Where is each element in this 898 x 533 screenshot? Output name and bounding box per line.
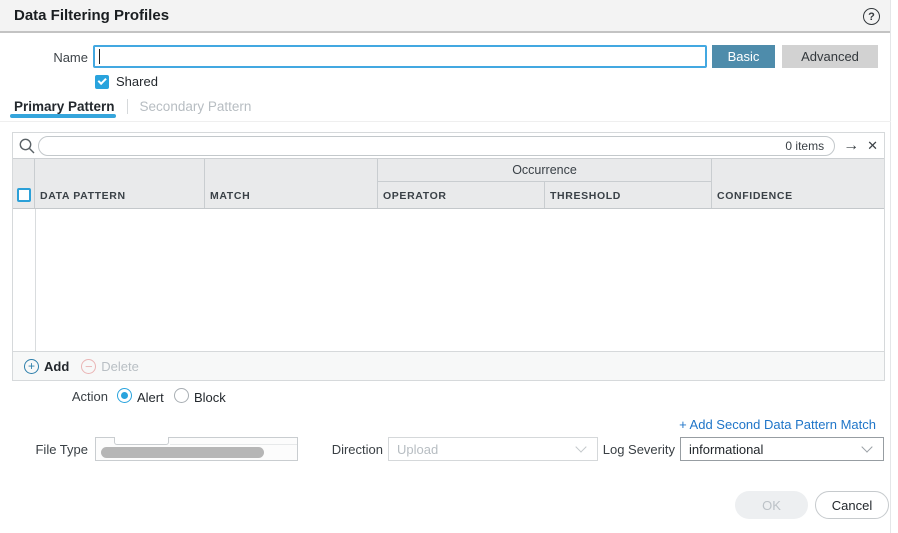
add-second-data-pattern-link[interactable]: + Add Second Data Pattern Match: [679, 417, 876, 432]
title-bar: Data Filtering Profiles: [0, 0, 890, 33]
tabs-baseline: [0, 121, 891, 122]
table-filter-input-pill[interactable]: 0 items: [38, 136, 835, 156]
items-count-badge: 0 items: [785, 139, 824, 153]
table-search-row: 0 items → ✕: [13, 133, 884, 159]
pattern-tabs: Primary Pattern Secondary Pattern: [14, 99, 251, 114]
page-title: Data Filtering Profiles: [14, 7, 169, 24]
plus-icon: +: [24, 359, 39, 374]
add-button[interactable]: + Add: [18, 359, 75, 374]
data-pattern-table: 0 items → ✕ DATA PATTERN MATCH Occurrenc…: [12, 132, 885, 381]
table-header: DATA PATTERN MATCH Occurrence OPERATOR T…: [13, 159, 884, 209]
radio-dot: [121, 392, 128, 399]
ok-button[interactable]: OK: [735, 491, 808, 519]
radio-alert-label[interactable]: Alert: [137, 390, 164, 405]
clear-filter-icon[interactable]: ✕: [867, 139, 878, 152]
cancel-button[interactable]: Cancel: [815, 491, 889, 519]
text-caret: [99, 49, 100, 64]
tab-divider: [127, 99, 128, 114]
action-label: Action: [0, 389, 108, 404]
name-label: Name: [0, 50, 88, 65]
column-header-operator[interactable]: OPERATOR: [378, 182, 545, 208]
column-header-confidence[interactable]: CONFIDENCE: [712, 159, 884, 208]
help-icon[interactable]: ?: [863, 8, 880, 25]
column-header-data-pattern[interactable]: DATA PATTERN: [35, 159, 205, 208]
data-filtering-profile-dialog: Data Filtering Profiles ? Name Basic Adv…: [0, 0, 898, 533]
search-icon: [18, 137, 36, 155]
delete-button-label: Delete: [101, 359, 139, 374]
basic-button[interactable]: Basic: [712, 45, 775, 68]
file-type-placeholder-bar: [101, 447, 264, 458]
file-type-field[interactable]: [95, 437, 298, 461]
log-severity-value: informational: [681, 442, 863, 457]
shared-checkbox[interactable]: [95, 75, 109, 89]
select-all-checkbox[interactable]: [17, 188, 31, 202]
radio-block-label[interactable]: Block: [194, 390, 226, 405]
name-input[interactable]: [93, 45, 707, 68]
tab-primary-pattern[interactable]: Primary Pattern: [14, 99, 115, 114]
file-type-loading-tab: [114, 437, 169, 445]
advanced-button[interactable]: Advanced: [782, 45, 878, 68]
radio-alert[interactable]: [117, 388, 132, 403]
check-icon: [98, 76, 107, 85]
file-type-label: File Type: [0, 442, 88, 457]
direction-value: Upload: [389, 442, 577, 457]
file-type-divider: [170, 444, 297, 445]
shared-checkbox-row[interactable]: Shared: [95, 74, 158, 89]
checkbox-column-divider: [35, 209, 36, 351]
column-header-match[interactable]: MATCH: [205, 159, 378, 208]
table-filter-input[interactable]: [47, 139, 785, 153]
table-toolbar: + Add − Delete: [13, 352, 884, 380]
log-severity-label: Log Severity: [575, 442, 675, 457]
log-severity-select[interactable]: informational: [680, 437, 884, 461]
chevron-down-icon: [861, 441, 872, 452]
column-header-threshold[interactable]: THRESHOLD: [545, 182, 712, 208]
select-all-cell: [13, 159, 35, 208]
direction-label: Direction: [300, 442, 383, 457]
column-group-occurrence: Occurrence: [378, 159, 712, 182]
shared-label: Shared: [116, 74, 158, 89]
table-body-empty: [13, 209, 884, 352]
direction-select[interactable]: Upload: [388, 437, 598, 461]
radio-block[interactable]: [174, 388, 189, 403]
minus-icon: −: [81, 359, 96, 374]
apply-filter-icon[interactable]: →: [843, 138, 859, 154]
dialog-body: Data Filtering Profiles ? Name Basic Adv…: [0, 0, 891, 533]
add-button-label: Add: [44, 359, 69, 374]
delete-button[interactable]: − Delete: [75, 359, 145, 374]
tab-secondary-pattern[interactable]: Secondary Pattern: [140, 99, 252, 114]
active-tab-underline: [10, 114, 116, 118]
